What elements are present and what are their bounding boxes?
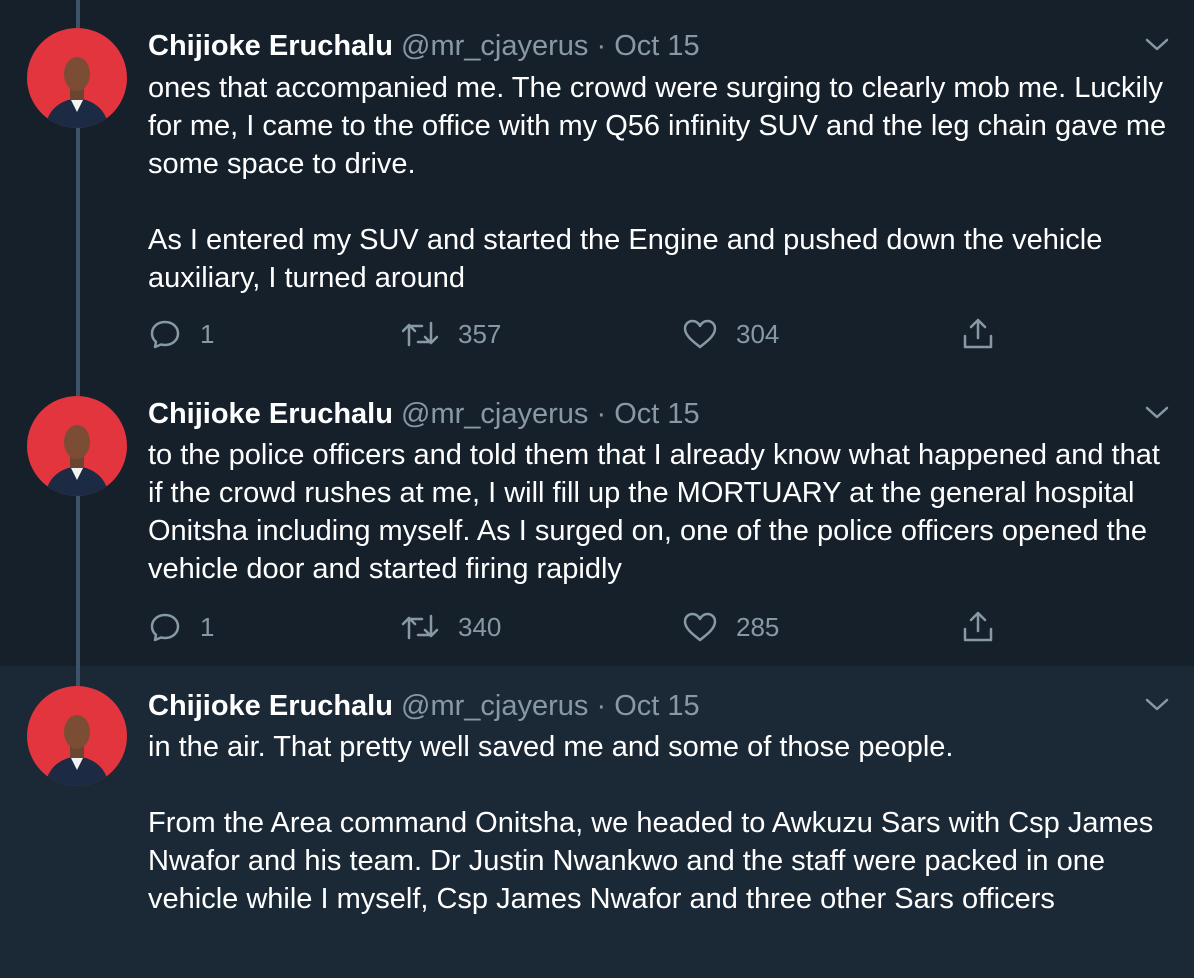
tweet[interactable]: Chijioke Eruchalu @mr_cjayerus · Oct 15 …: [0, 390, 1194, 666]
tweet-text: to the police officers and told them tha…: [148, 439, 1160, 585]
separator: ·: [596, 690, 607, 722]
reply-button[interactable]: 1: [148, 607, 214, 647]
avatar[interactable]: [27, 396, 127, 496]
retweet-count: 340: [458, 612, 502, 642]
like-count: 285: [736, 612, 780, 642]
tweet-actions: 1 357 304: [148, 314, 1008, 354]
author-handle[interactable]: @mr_cjayerus: [401, 398, 588, 430]
thread-line: [76, 126, 80, 390]
reply-count: 1: [200, 612, 215, 642]
share-icon: [963, 318, 993, 349]
tweet-date[interactable]: Oct 15: [614, 398, 699, 430]
chevron-down-icon[interactable]: [1142, 694, 1172, 714]
retweet-icon: [401, 614, 439, 640]
chevron-down-icon[interactable]: [1142, 402, 1172, 422]
author-name[interactable]: Chijioke Eruchalu: [148, 690, 393, 722]
reply-count: 1: [200, 319, 215, 349]
tweet[interactable]: Chijioke Eruchalu @mr_cjayerus · Oct 15 …: [0, 0, 1194, 390]
thread-line: [76, 0, 80, 28]
share-button[interactable]: [960, 607, 1014, 647]
tweet-header: Chijioke Eruchalu @mr_cjayerus · Oct 15: [148, 396, 700, 432]
tweet[interactable]: Chijioke Eruchalu @mr_cjayerus · Oct 15 …: [0, 666, 1194, 978]
tweet-text: ones that accompanied me. The crowd were…: [148, 72, 1167, 294]
reply-icon: [150, 613, 180, 642]
like-count: 304: [736, 319, 780, 349]
separator: ·: [596, 398, 607, 430]
like-button[interactable]: 304: [682, 314, 779, 354]
share-icon: [963, 611, 993, 642]
tweet-text: in the air. That pretty well saved me an…: [148, 731, 1154, 915]
author-handle[interactable]: @mr_cjayerus: [401, 30, 588, 62]
like-button[interactable]: 285: [682, 607, 779, 647]
share-button[interactable]: [960, 314, 1014, 354]
retweet-button[interactable]: 340: [400, 607, 501, 647]
avatar[interactable]: [27, 686, 127, 786]
author-name[interactable]: Chijioke Eruchalu: [148, 398, 393, 430]
author-handle[interactable]: @mr_cjayerus: [401, 690, 588, 722]
thread-line: [76, 666, 80, 686]
chevron-down-icon[interactable]: [1142, 34, 1172, 54]
tweet-date[interactable]: Oct 15: [614, 30, 699, 62]
avatar[interactable]: [27, 28, 127, 128]
thread-line: [76, 494, 80, 666]
retweet-button[interactable]: 357: [400, 314, 501, 354]
tweet-header: Chijioke Eruchalu @mr_cjayerus · Oct 15: [148, 688, 700, 724]
like-icon: [683, 612, 717, 642]
reply-icon: [150, 320, 180, 349]
separator: ·: [596, 30, 607, 62]
retweet-icon: [401, 321, 439, 347]
tweet-actions: 1 340 285: [148, 607, 1008, 647]
like-icon: [683, 319, 717, 349]
reply-button[interactable]: 1: [148, 314, 214, 354]
author-name[interactable]: Chijioke Eruchalu: [148, 30, 393, 62]
tweet-header: Chijioke Eruchalu @mr_cjayerus · Oct 15: [148, 28, 700, 64]
retweet-count: 357: [458, 319, 502, 349]
tweet-thread: Chijioke Eruchalu @mr_cjayerus · Oct 15 …: [0, 0, 1194, 978]
tweet-date[interactable]: Oct 15: [614, 690, 699, 722]
